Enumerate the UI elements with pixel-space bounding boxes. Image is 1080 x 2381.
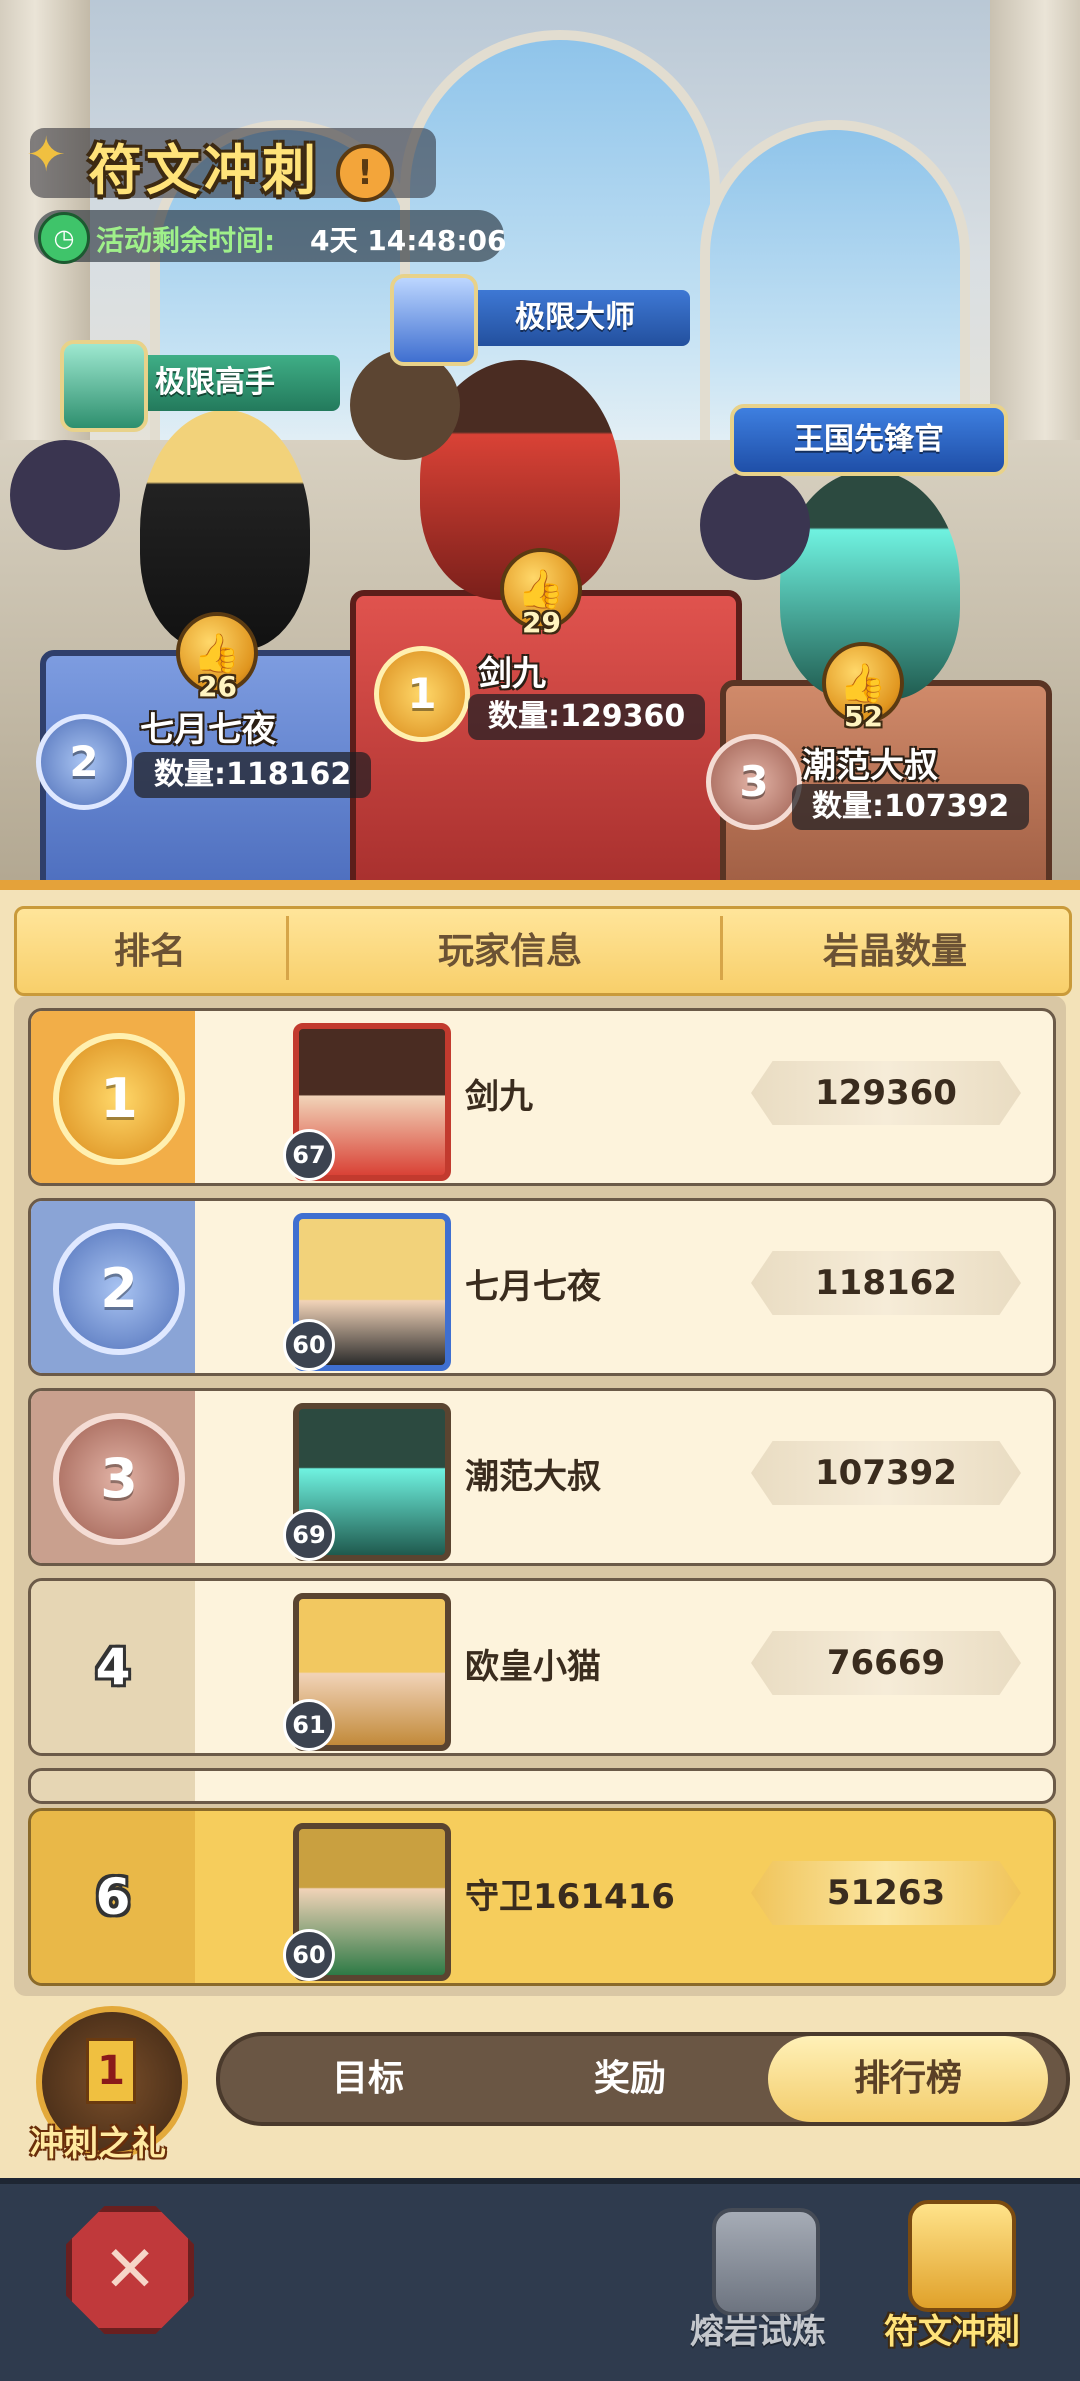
event-title: 符文冲刺 <box>88 139 320 202</box>
tab-goal[interactable]: 目标 <box>228 2036 508 2122</box>
header-amount: 岩晶数量 <box>822 931 967 972</box>
player-name: 剑九 <box>465 1077 533 1117</box>
header-divider <box>720 916 723 980</box>
crystal-count: 76669 <box>751 1631 1021 1695</box>
trophy-icon: 1 <box>86 2038 136 2104</box>
level-badge: 69 <box>283 1509 335 1561</box>
podium-count-1: 数量:129360 <box>468 694 706 740</box>
like-count-3: 52 <box>844 700 883 733</box>
table-row[interactable]: 4 61 欧皇小猫 76669 <box>28 1578 1056 1756</box>
sprint-gift-label: 冲刺之礼 <box>30 2124 166 2164</box>
clock-icon: ◷ <box>38 212 90 264</box>
like-count-2: 26 <box>198 670 237 703</box>
level-badge: 67 <box>283 1129 335 1181</box>
info-icon[interactable]: ! <box>336 144 394 202</box>
rank-medal-1: 1 <box>374 646 470 742</box>
rank-medal-2: 2 <box>36 714 132 810</box>
timer-value: 4天 14:48:06 <box>310 224 507 257</box>
tab-ranking[interactable]: 排行榜 <box>768 2036 1048 2122</box>
like-count-1: 29 <box>522 606 561 639</box>
podium-count-2: 数量:118162 <box>134 752 372 798</box>
crossed-swords-icon: ✕ <box>103 2233 157 2307</box>
table-row-partial[interactable] <box>28 1768 1056 1804</box>
timer-label: 活动剩余时间: <box>96 224 276 257</box>
rank-number: 6 <box>95 1868 131 1926</box>
podium-name-1: 剑九 <box>478 654 546 694</box>
pet-dragon-left <box>10 440 120 550</box>
rune-sprint-icon[interactable] <box>908 2200 1016 2312</box>
podium-name-3: 潮范大叔 <box>802 746 938 786</box>
nav-rune-sprint[interactable]: 符文冲刺 <box>884 2304 1020 2353</box>
thumbs-up-icon: 👍 <box>193 631 241 675</box>
podium-count-3: 数量:107392 <box>792 784 1030 830</box>
level-badge: 61 <box>283 1699 335 1751</box>
table-row[interactable]: 1 67 剑九 129360 <box>28 1008 1056 1186</box>
rank-medal-1-icon: 1 <box>53 1033 185 1165</box>
lava-trial-icon[interactable] <box>712 2208 820 2316</box>
header-rank: 排名 <box>113 931 186 972</box>
rank-number: 4 <box>95 1638 131 1696</box>
title-banner-3: 王国先锋官 <box>730 404 1008 476</box>
my-rank-row[interactable]: 6 60 守卫161416 51263 <box>28 1808 1056 1986</box>
level-badge: 60 <box>283 1929 335 1981</box>
level-badge: 60 <box>283 1319 335 1371</box>
crystal-count: 107392 <box>751 1441 1021 1505</box>
header-player: 玩家信息 <box>437 931 582 972</box>
rank-medal-3: 3 <box>706 734 802 830</box>
title-banner-1: 极限大师 <box>460 290 690 346</box>
table-row[interactable]: 2 60 七月七夜 118162 <box>28 1198 1056 1376</box>
nav-lava-trial[interactable]: 熔岩试炼 <box>690 2304 826 2353</box>
crystal-count: 51263 <box>751 1861 1021 1925</box>
thumbs-up-icon: 👍 <box>839 661 887 705</box>
table-row[interactable]: 3 69 潮范大叔 107392 <box>28 1388 1056 1566</box>
podium-name-2: 七月七夜 <box>140 710 276 750</box>
player-name: 潮范大叔 <box>465 1457 601 1497</box>
star-icon: ✦ <box>26 127 67 183</box>
crystal-count: 118162 <box>751 1251 1021 1315</box>
podium-scene: 极限高手 极限大师 王国先锋官 ✦ 符文冲刺 ! ◷ 活动剩余时间: 4天 14… <box>0 0 1080 880</box>
rank-cell <box>31 1771 195 1801</box>
rank-medal-2-icon: 2 <box>53 1223 185 1355</box>
tab-reward[interactable]: 奖励 <box>490 2036 770 2122</box>
title-emblem-1-icon <box>390 274 478 366</box>
player-name: 欧皇小猫 <box>465 1647 601 1687</box>
rank-medal-3-icon: 3 <box>53 1413 185 1545</box>
crystal-count: 129360 <box>751 1061 1021 1125</box>
title-emblem-2-icon <box>60 340 148 432</box>
pet-dragon-right <box>700 470 810 580</box>
player-name: 七月七夜 <box>465 1267 601 1307</box>
pet-treant <box>350 350 460 460</box>
thumbs-up-icon: 👍 <box>517 567 565 611</box>
player-name: 守卫161416 <box>465 1877 675 1917</box>
header-divider <box>286 916 289 980</box>
